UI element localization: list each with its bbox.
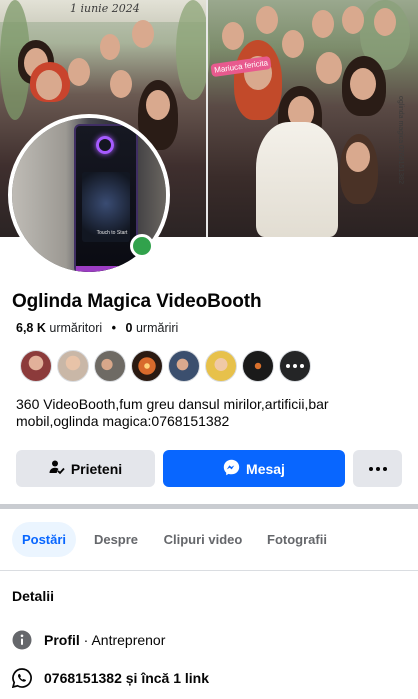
person-face [222,22,244,50]
person-face [316,52,342,84]
whatsapp-icon [12,668,32,688]
follower-avatars-row[interactable] [20,350,311,384]
stats-separator: • [111,321,117,335]
friends-check-icon [49,459,65,478]
more-options-button[interactable] [353,450,402,487]
videobooth-machine: Touch to Start [74,124,138,272]
person-face [350,68,376,100]
tab-photos[interactable]: Fotografii [258,522,336,557]
person-face [374,8,396,36]
person-face [36,70,62,100]
online-status-dot [130,234,154,258]
details-heading: Detalii [12,588,55,604]
person-face [346,142,370,172]
profile-label: Profil [44,632,80,648]
detail-contact-row[interactable]: 0768151382 și încă 1 link [12,667,209,689]
followers-count: 6,8 K [16,321,46,335]
follower-avatar[interactable] [20,350,52,382]
booth-screen-text: Touch to Start [96,230,128,236]
more-dots-icon [286,364,304,368]
profile-category: · Antreprenor [79,632,166,648]
follower-avatar[interactable] [94,350,126,382]
tabs-divider [0,570,418,571]
more-followers-button[interactable] [279,350,311,382]
person-face [100,34,120,60]
message-button-label: Mesaj [246,460,285,477]
foliage-decoration [176,0,210,100]
friends-button-label: Prieteni [70,460,123,477]
tab-posts[interactable]: Postări [12,522,76,557]
detail-profile-text: Profil · Antreprenor [44,632,165,648]
follow-stats[interactable]: 6,8 K urmăritori • 0 urmăriri [16,321,178,335]
bride-dress [256,122,338,237]
person-face [110,70,132,98]
cover-side-text: oglinda magica 0768151382 [397,96,404,184]
person-face [342,6,364,34]
more-options-icon [368,466,387,471]
page-title: Oglinda Magica VideoBooth [12,291,262,312]
booth-screen: Touch to Start [82,172,130,242]
contact-phone-text[interactable]: 0768151382 și încă 1 link [44,670,209,686]
cover-divider [206,0,208,237]
follower-avatar[interactable] [242,350,274,382]
follower-avatar[interactable] [168,350,200,382]
following-count: 0 [125,321,133,335]
info-icon [12,630,32,650]
message-button[interactable]: Mesaj [163,450,345,487]
booth-glow [76,266,136,272]
messenger-icon [223,459,240,479]
section-divider [0,504,418,509]
following-label: urmăriri [135,321,179,335]
person-face [256,6,278,34]
cover-date-text: 1 iunie 2024 [70,2,140,15]
follower-avatar[interactable] [131,350,163,382]
follower-avatar[interactable] [205,350,237,382]
detail-profile-row: Profil · Antreprenor [12,629,165,651]
booth-ring-light [96,136,114,154]
follower-avatar[interactable] [57,350,89,382]
person-face [146,90,170,120]
page-bio: 360 VideoBooth,fum greu dansul mirilor,a… [16,396,329,429]
tab-about[interactable]: Despre [86,522,146,557]
person-face [312,10,334,38]
person-face [68,58,90,86]
tab-videos[interactable]: Clipuri video [158,522,248,557]
person-face [132,20,154,48]
followers-label: urmăritori [49,321,103,335]
person-face [282,30,304,58]
friends-button[interactable]: Prieteni [16,450,155,487]
